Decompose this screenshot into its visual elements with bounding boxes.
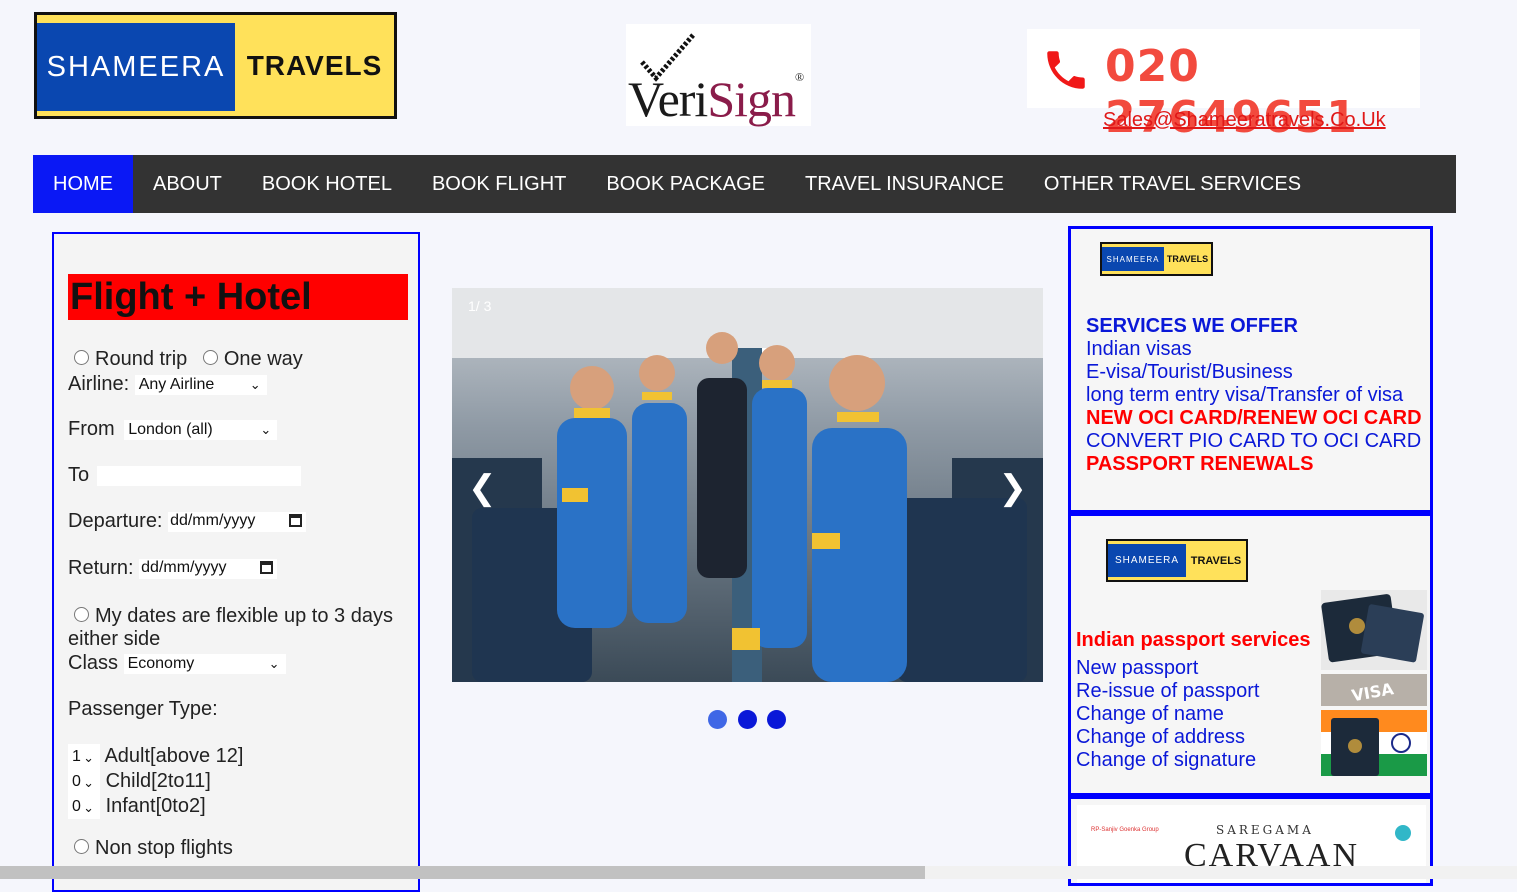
class-select[interactable]: Economy ⌄ bbox=[123, 653, 286, 674]
nav-book-flight[interactable]: BOOK FLIGHT bbox=[412, 155, 586, 213]
group-logo-text: RP-Sanjiv Goenka Group bbox=[1091, 827, 1159, 833]
logo-travels-text: TRAVELS bbox=[246, 49, 383, 81]
flexible-dates-radio[interactable] bbox=[74, 607, 89, 623]
service-item[interactable]: CONVERT PIO CARD TO OCI CARD bbox=[1086, 430, 1421, 453]
service-item[interactable]: PASSPORT RENEWALS bbox=[1086, 453, 1313, 476]
nav-home[interactable]: HOME bbox=[33, 155, 133, 213]
shameera-mini-logo: SHAMEERA TRAVELS bbox=[1106, 539, 1248, 582]
phone-banner[interactable]: 020 27649651 bbox=[1027, 29, 1420, 143]
return-label: Return: bbox=[68, 557, 134, 579]
chevron-down-icon: ⌄ bbox=[249, 376, 261, 392]
airline-row: Airline: Any Airline ⌄ bbox=[68, 373, 267, 396]
round-trip-label: Round trip bbox=[95, 348, 188, 370]
nonstop-radio[interactable] bbox=[74, 839, 89, 855]
child-count-select[interactable]: 0 ⌄ bbox=[68, 769, 100, 794]
main-nav: HOME ABOUT BOOK HOTEL BOOK FLIGHT BOOK P… bbox=[33, 155, 1456, 213]
horizontal-scrollbar[interactable] bbox=[0, 866, 1517, 879]
prev-slide-button[interactable]: ❮ bbox=[468, 468, 497, 508]
slide-counter: 1/ 3 bbox=[468, 298, 492, 314]
infant-label: Infant[0to2] bbox=[105, 794, 206, 817]
chevron-down-icon: ⌄ bbox=[83, 800, 94, 815]
flight-hotel-form: Flight + Hotel Round trip One way Airlin… bbox=[52, 232, 420, 892]
to-label: To bbox=[68, 464, 90, 486]
nav-other-travel-services[interactable]: OTHER TRAVEL SERVICES bbox=[1024, 155, 1321, 213]
chevron-down-icon: ⌄ bbox=[83, 750, 94, 765]
flexible-dates-label-2: either side bbox=[68, 628, 161, 650]
passport-service-item[interactable]: New passport bbox=[1076, 657, 1198, 680]
class-label: Class bbox=[68, 652, 119, 674]
service-item[interactable]: long term entry visa/Transfer of visa bbox=[1086, 384, 1403, 407]
class-row: Class Economy ⌄ bbox=[68, 652, 286, 675]
passport-images: VISA bbox=[1321, 590, 1427, 776]
trip-type-row: Round trip One way bbox=[68, 348, 303, 371]
departure-row: Departure: dd/mm/yyyy bbox=[68, 510, 307, 533]
from-label: From bbox=[68, 418, 115, 440]
chevron-down-icon: ⌄ bbox=[260, 421, 272, 437]
service-item[interactable]: NEW OCI CARD/RENEW OCI CARD bbox=[1086, 407, 1422, 430]
calendar-icon[interactable] bbox=[289, 513, 303, 527]
from-row: From London (all) ⌄ bbox=[68, 418, 278, 441]
passport-service-item[interactable]: Change of address bbox=[1076, 726, 1245, 749]
logo-shameera-text: SHAMEERA bbox=[37, 23, 235, 111]
flexible-dates-row: My dates are flexible up to 3 days eithe… bbox=[68, 605, 393, 651]
to-row: To bbox=[68, 464, 301, 487]
return-row: Return: dd/mm/yyyy bbox=[68, 557, 278, 580]
passenger-type-label: Passenger Type: bbox=[68, 698, 218, 720]
chevron-down-icon: ⌄ bbox=[83, 775, 94, 790]
shameera-travels-logo[interactable]: SHAMEERA TRAVELS bbox=[34, 12, 397, 119]
slide-dot-2[interactable] bbox=[738, 710, 757, 729]
horizontal-scrollbar-thumb[interactable] bbox=[0, 866, 925, 879]
nonstop-row: Non stop flights bbox=[68, 837, 233, 860]
adult-label: Adult[above 12] bbox=[104, 744, 244, 767]
nonstop-label: Non stop flights bbox=[95, 837, 233, 859]
image-carousel[interactable]: 1/ 3 ❮ ❯ bbox=[452, 288, 1043, 682]
passport-services-panel: SHAMEERA TRAVELS Indian passport service… bbox=[1068, 513, 1433, 796]
flexible-dates-label: My dates are flexible up to 3 days bbox=[95, 605, 393, 627]
verisign-badge: VeriSign® bbox=[626, 24, 811, 127]
nav-travel-insurance[interactable]: TRAVEL INSURANCE bbox=[785, 155, 1024, 213]
next-slide-button[interactable]: ❯ bbox=[999, 468, 1028, 508]
passenger-counts: 1 ⌄ Adult[above 12] 0 ⌄ Child[2to11] 0 ⌄ In… bbox=[68, 744, 243, 819]
passport-service-item[interactable]: Change of name bbox=[1076, 703, 1224, 726]
services-heading: SERVICES WE OFFER bbox=[1086, 315, 1298, 337]
service-item[interactable]: Indian visas bbox=[1086, 338, 1192, 361]
from-select[interactable]: London (all) ⌄ bbox=[124, 419, 278, 440]
adult-count-select[interactable]: 1 ⌄ bbox=[68, 744, 100, 769]
nav-about[interactable]: ABOUT bbox=[133, 155, 242, 213]
nav-book-package[interactable]: BOOK PACKAGE bbox=[586, 155, 785, 213]
one-way-label: One way bbox=[223, 348, 303, 370]
passport-heading: Indian passport services bbox=[1076, 629, 1311, 651]
form-title: Flight + Hotel bbox=[68, 274, 408, 320]
verisign-wordmark: VeriSign® bbox=[628, 70, 804, 127]
service-item[interactable]: E-visa/Tourist/Business bbox=[1086, 361, 1293, 384]
services-panel: SHAMEERA TRAVELS SERVICES WE OFFER India… bbox=[1068, 226, 1433, 513]
child-label: Child[2to11] bbox=[105, 769, 211, 792]
chevron-down-icon: ⌄ bbox=[268, 655, 280, 671]
to-input[interactable] bbox=[96, 465, 301, 486]
nav-book-hotel[interactable]: BOOK HOTEL bbox=[242, 155, 412, 213]
departure-label: Departure: bbox=[68, 510, 163, 532]
departure-date-input[interactable]: dd/mm/yyyy bbox=[168, 511, 307, 532]
return-date-input[interactable]: dd/mm/yyyy bbox=[139, 558, 278, 579]
slide-dot-3[interactable] bbox=[767, 710, 786, 729]
slide-dot-1[interactable] bbox=[708, 710, 727, 729]
infant-count-select[interactable]: 0 ⌄ bbox=[68, 794, 100, 819]
passport-service-item[interactable]: Re-issue of passport bbox=[1076, 680, 1259, 703]
airline-label: Airline: bbox=[68, 373, 130, 395]
shameera-mini-logo: SHAMEERA TRAVELS bbox=[1100, 242, 1213, 276]
carvaan-badge-icon bbox=[1395, 825, 1411, 841]
round-trip-radio[interactable] bbox=[74, 350, 89, 366]
flight-attendants-image bbox=[452, 288, 1043, 682]
passport-service-item[interactable]: Change of signature bbox=[1076, 749, 1256, 772]
email-link[interactable]: Sales@Shameeratravels.Co.Uk bbox=[1103, 109, 1386, 132]
calendar-icon[interactable] bbox=[260, 560, 274, 574]
saregama-text: SAREGAMA bbox=[1216, 823, 1314, 837]
airline-select[interactable]: Any Airline ⌄ bbox=[134, 374, 267, 395]
phone-icon bbox=[1047, 51, 1085, 89]
one-way-radio[interactable] bbox=[202, 350, 218, 366]
